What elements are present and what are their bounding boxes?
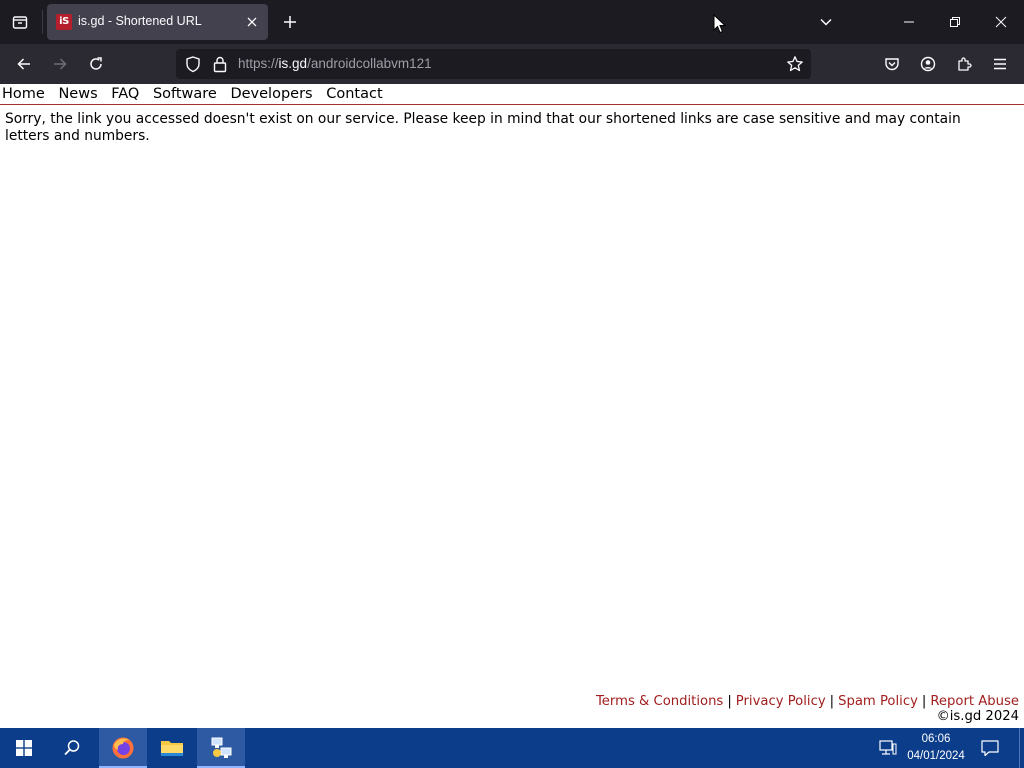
taskbar-clock[interactable]: 06:06 04/01/2024 xyxy=(900,731,972,765)
isgd-favicon-icon: iS xyxy=(56,14,72,30)
network-tray-icon[interactable] xyxy=(878,738,898,758)
restore-icon xyxy=(950,17,960,27)
address-bar[interactable]: https://is.gd/androidcollabvm121 xyxy=(176,49,811,79)
nav-divider xyxy=(0,104,1024,105)
bookmark-star-icon[interactable] xyxy=(786,55,804,73)
arrow-left-icon xyxy=(17,58,30,70)
file-explorer-icon xyxy=(161,741,183,756)
lock-icon[interactable] xyxy=(212,55,228,73)
taskbar: 06:06 04/01/2024 xyxy=(0,728,1024,768)
copyright-text: ©is.gd 2024 xyxy=(936,709,1019,724)
notification-center-icon[interactable] xyxy=(980,738,1000,758)
firefox-icon xyxy=(112,737,134,759)
error-message: Sorry, the link you accessed doesn't exi… xyxy=(5,111,961,144)
reload-button[interactable] xyxy=(82,50,110,78)
tabstrip-separator xyxy=(42,10,43,34)
close-icon xyxy=(995,16,1007,28)
account-button[interactable] xyxy=(914,50,942,78)
mouse-pointer-icon xyxy=(713,14,727,34)
nav-link-software[interactable]: Software xyxy=(153,86,217,102)
firefox-view-icon xyxy=(12,16,28,29)
terms-link[interactable]: Terms & Conditions xyxy=(596,694,723,709)
tracking-protection-shield-icon[interactable] xyxy=(184,55,202,73)
nav-link-developers[interactable]: Developers xyxy=(230,86,312,102)
windows-start-icon xyxy=(16,740,32,756)
tab-title: is.gd - Shortened URL xyxy=(78,14,202,28)
taskbar-network-app[interactable] xyxy=(197,728,245,768)
plus-icon xyxy=(284,16,296,28)
minimize-button[interactable] xyxy=(886,0,932,44)
url-scheme: https:// xyxy=(238,56,279,71)
start-button[interactable] xyxy=(0,728,48,768)
page-content: Home News FAQ Software Developers Contac… xyxy=(0,84,1024,728)
minimize-icon xyxy=(904,21,914,23)
arrow-right-icon xyxy=(54,58,67,70)
show-desktop-button[interactable] xyxy=(1019,728,1024,768)
nav-link-home[interactable]: Home xyxy=(2,86,45,102)
taskbar-firefox[interactable] xyxy=(99,728,147,768)
url-host: is.gd xyxy=(278,56,308,71)
reload-icon xyxy=(90,57,102,70)
extensions-button[interactable] xyxy=(950,50,978,78)
forward-button[interactable] xyxy=(46,50,74,78)
tab-close-button[interactable] xyxy=(242,12,262,32)
window-close-button[interactable] xyxy=(978,0,1024,44)
spam-policy-link[interactable]: Spam Policy xyxy=(838,694,918,709)
restore-button[interactable] xyxy=(932,0,978,44)
site-navigation: Home News FAQ Software Developers Contac… xyxy=(2,86,392,104)
nav-link-news[interactable]: News xyxy=(58,86,97,102)
search-icon xyxy=(64,740,80,756)
browser-tab[interactable]: iS is.gd - Shortened URL xyxy=(47,4,268,40)
taskbar-search-button[interactable] xyxy=(48,728,96,768)
firefox-view-button[interactable] xyxy=(6,8,34,36)
new-tab-button[interactable] xyxy=(278,10,302,34)
pocket-button[interactable] xyxy=(878,50,906,78)
footer-separator: | xyxy=(921,694,927,709)
pocket-icon xyxy=(885,58,899,71)
report-abuse-link[interactable]: Report Abuse xyxy=(930,694,1019,709)
network-app-icon xyxy=(211,737,232,758)
account-icon xyxy=(920,56,936,72)
privacy-link[interactable]: Privacy Policy xyxy=(736,694,826,709)
url-path: /androidcollabvm121 xyxy=(307,56,432,71)
clock-date: 04/01/2024 xyxy=(907,750,965,762)
footer-separator: | xyxy=(727,694,732,709)
url-text[interactable]: https://is.gd/androidcollabvm121 xyxy=(238,56,432,71)
footer-separator: | xyxy=(829,694,835,709)
nav-link-contact[interactable]: Contact xyxy=(326,86,382,102)
footer-links: Terms & Conditions | Privacy Policy | Spam P… xyxy=(596,694,1019,709)
chevron-down-icon xyxy=(820,18,832,26)
close-icon xyxy=(247,17,257,27)
hamburger-menu-icon xyxy=(994,58,1006,70)
navigation-toolbar: https://is.gd/androidcollabvm121 xyxy=(0,44,1024,84)
taskbar-file-explorer[interactable] xyxy=(148,728,196,768)
clock-time: 06:06 xyxy=(921,733,951,745)
list-all-tabs-button[interactable] xyxy=(814,10,838,34)
puzzle-icon xyxy=(958,57,972,71)
nav-link-faq[interactable]: FAQ xyxy=(111,86,139,102)
tab-strip: iS is.gd - Shortened URL xyxy=(0,0,1024,44)
back-button[interactable] xyxy=(10,50,38,78)
app-menu-button[interactable] xyxy=(986,50,1014,78)
